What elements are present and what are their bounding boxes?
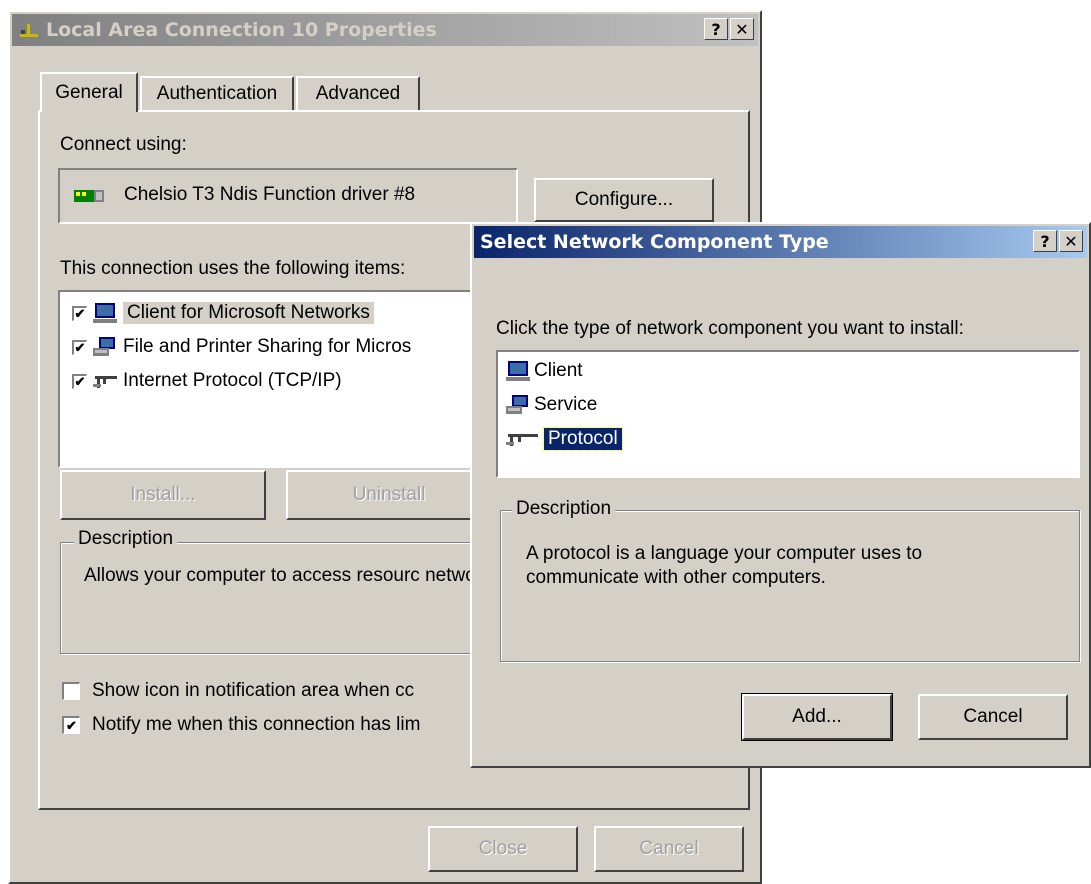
tab-authentication[interactable]: Authentication: [140, 76, 294, 110]
select-component-title: Select Network Component Type: [480, 231, 829, 253]
uninstall-button[interactable]: Uninstall: [286, 470, 492, 520]
show-icon-label: Show icon in notification area when cc: [92, 680, 415, 701]
help-button[interactable]: ?: [704, 18, 728, 40]
list-item-client[interactable]: Client: [506, 356, 583, 386]
file-printer-sharing-icon: [93, 336, 117, 358]
show-icon-option[interactable]: Show icon in notification area when cc: [62, 676, 414, 706]
close-button-label: Close: [478, 838, 528, 859]
client-icon: [93, 302, 117, 324]
configure-button-label: Configure...: [574, 189, 674, 210]
client-icon: [506, 360, 530, 382]
protocol-icon: [93, 370, 117, 392]
file-sharing-checkbox[interactable]: ✔: [72, 339, 87, 355]
item-label: Internet Protocol (TCP/IP): [123, 370, 342, 391]
install-button-label: Install...: [130, 484, 196, 505]
client-checkbox[interactable]: ✔: [72, 305, 87, 321]
tab-advanced[interactable]: Advanced: [296, 76, 420, 110]
help-button[interactable]: ?: [1033, 230, 1057, 252]
component-label: Protocol: [543, 427, 623, 451]
protocol-icon: [506, 428, 540, 450]
item-label: File and Printer Sharing for Micros: [123, 336, 412, 357]
adapter-name: Chelsio T3 Ndis Function driver #8: [124, 184, 416, 205]
description-text: Allows your computer to access resourc n…: [84, 565, 497, 586]
close-button[interactable]: ✕: [730, 18, 754, 40]
list-item-service[interactable]: Service: [506, 390, 597, 420]
notify-checkbox[interactable]: ✔: [62, 716, 80, 734]
list-item-protocol[interactable]: Protocol: [506, 424, 623, 454]
uninstall-button-label: Uninstall: [352, 484, 426, 505]
tab-general[interactable]: General: [40, 72, 138, 112]
instruction-text: Click the type of network component you …: [496, 318, 964, 339]
cancel-button-label: Cancel: [963, 706, 1023, 727]
cancel-dialog-button[interactable]: Cancel: [594, 826, 744, 872]
install-button[interactable]: Install...: [60, 470, 266, 520]
list-item[interactable]: ✔ Client for Microsoft Networks: [72, 298, 374, 328]
component-label: Client: [534, 360, 583, 381]
network-adapter-icon: [74, 186, 106, 212]
properties-titlebar[interactable]: Local Area Connection 10 Properties ? ✕: [12, 14, 758, 46]
cancel-button[interactable]: Cancel: [918, 694, 1068, 740]
cancel-button-label: Cancel: [639, 838, 699, 859]
notify-option[interactable]: ✔ Notify me when this connection has lim: [62, 710, 420, 740]
properties-title: Local Area Connection 10 Properties: [46, 19, 437, 41]
items-label: This connection uses the following items…: [60, 258, 406, 279]
configure-button[interactable]: Configure...: [534, 178, 714, 222]
adapter-box: Chelsio T3 Ndis Function driver #8: [58, 168, 518, 224]
description-legend: Description: [512, 498, 616, 520]
close-dialog-button[interactable]: Close: [428, 826, 578, 872]
connect-using-label: Connect using:: [60, 134, 187, 155]
list-item[interactable]: ✔ Internet Protocol (TCP/IP): [72, 366, 342, 396]
item-label: Client for Microsoft Networks: [123, 302, 374, 324]
add-button-label: Add...: [792, 706, 842, 727]
tcpip-checkbox[interactable]: ✔: [72, 373, 87, 389]
service-icon: [506, 394, 530, 416]
list-item[interactable]: ✔ File and Printer Sharing for Micros: [72, 332, 411, 362]
component-label: Service: [534, 394, 598, 415]
show-icon-checkbox[interactable]: [62, 682, 80, 700]
notify-label: Notify me when this connection has lim: [92, 714, 421, 735]
component-list: Client Service Protocol: [496, 350, 1080, 478]
network-connection-icon: [18, 20, 40, 40]
add-button[interactable]: Add...: [741, 693, 893, 741]
close-button[interactable]: ✕: [1059, 230, 1083, 252]
select-component-titlebar[interactable]: Select Network Component Type ? ✕: [474, 226, 1087, 258]
select-component-dialog: Select Network Component Type ? ✕ Click …: [470, 222, 1091, 768]
description-legend: Description: [74, 528, 178, 550]
description-text: A protocol is a language your computer u…: [526, 543, 923, 588]
